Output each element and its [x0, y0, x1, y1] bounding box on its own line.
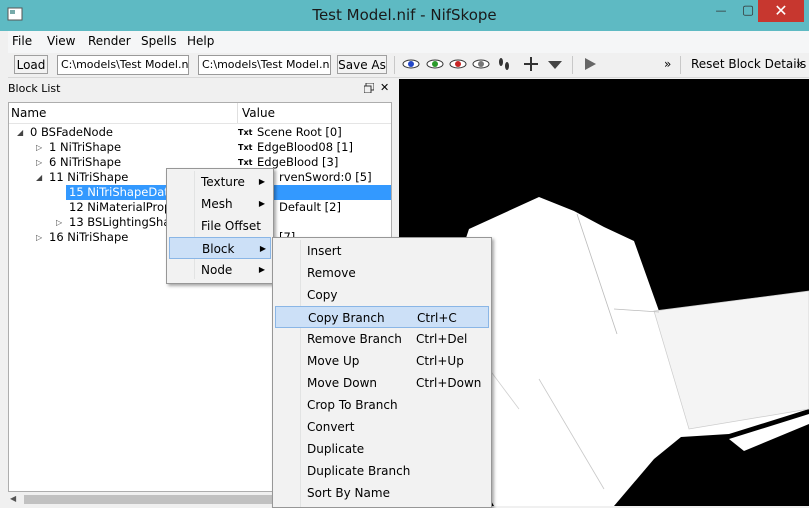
collapse-arrow-icon[interactable]: ◢	[17, 125, 23, 140]
save-as-button[interactable]: Save As	[337, 55, 387, 74]
expand-arrow-icon[interactable]: ▷	[36, 155, 42, 170]
tree-row-value: EdgeBlood08 [1]	[257, 140, 353, 154]
menu-item-node[interactable]: Node ▶	[167, 259, 271, 281]
tree-row-name: 0 BSFadeNode	[30, 125, 113, 139]
txt-icon: Txt	[238, 128, 253, 137]
menu-item-crop-to-branch[interactable]: Crop To Branch	[273, 394, 489, 416]
minimize-button[interactable]: —	[704, 0, 738, 22]
menu-view[interactable]: View	[47, 34, 75, 48]
window-title: Test Model.nif - NifSkope	[312, 6, 497, 24]
save-path-input[interactable]: C:\models\Test Model.nif	[198, 55, 331, 75]
menu-item-file-offset[interactable]: File Offset	[167, 215, 271, 237]
column-header-value[interactable]: Value	[242, 106, 275, 120]
menu-item-insert[interactable]: Insert	[273, 240, 489, 262]
menu-bar: File View Render Spells Help	[8, 31, 809, 53]
view-down-icon[interactable]	[546, 57, 564, 71]
play-icon[interactable]	[583, 57, 597, 71]
submenu-arrow-icon: ▶	[258, 265, 265, 274]
menu-help[interactable]: Help	[187, 34, 214, 48]
menu-item-mesh[interactable]: Mesh ▶	[167, 193, 271, 215]
expand-arrow-icon[interactable]: ▷	[56, 215, 62, 230]
menu-file[interactable]: File	[12, 34, 32, 48]
submenu-arrow-icon: ▶	[259, 244, 266, 253]
menu-item-copy[interactable]: Copy	[273, 284, 489, 306]
menu-item-texture[interactable]: Texture ▶	[167, 171, 271, 193]
close-panel-icon[interactable]: ✕	[380, 81, 389, 94]
menu-item-remove-branch[interactable]: Remove Branch Ctrl+Del	[273, 328, 489, 350]
collapse-arrow-icon[interactable]: ◢	[36, 170, 42, 185]
menu-item-duplicate-branch[interactable]: Duplicate Branch	[273, 460, 489, 482]
column-divider	[237, 103, 238, 123]
menu-item-move-down[interactable]: Move Down Ctrl+Down	[273, 372, 489, 394]
tree-row-name: 13 BSLightingShad	[69, 215, 178, 229]
tree-row[interactable]: ◢ 0 BSFadeNode Txt Scene Root [0]	[9, 125, 391, 140]
reset-block-details-button[interactable]: Reset Block Details	[691, 57, 806, 71]
tree-row-name: 11 NiTriShape	[49, 170, 129, 184]
menu-item-sort-by-name[interactable]: Sort By Name	[273, 482, 489, 504]
menu-item-convert[interactable]: Convert	[273, 416, 489, 438]
tree-row[interactable]: ▷ 1 NiTriShape Txt EdgeBlood08 [1]	[9, 140, 391, 155]
view-eye-red-icon[interactable]	[449, 57, 467, 71]
view-eye-blue-icon[interactable]	[402, 57, 420, 71]
maximize-button[interactable]: ▢	[738, 0, 758, 22]
menu-item-block[interactable]: Block ▶	[169, 237, 271, 259]
scroll-left-icon[interactable]: ◀	[10, 494, 16, 503]
view-eye-green-icon[interactable]	[426, 57, 444, 71]
submenu-arrow-icon: ▶	[258, 177, 265, 186]
tree-row-name: 15 NiTriShapeData	[69, 185, 176, 199]
close-button[interactable]: ✕	[758, 0, 804, 22]
block-list-header: Block List ✕	[8, 79, 392, 98]
float-panel-icon[interactable]	[364, 83, 374, 93]
tree-row-name: 12 NiMaterialProp	[69, 200, 172, 214]
move-axis-icon[interactable]	[522, 56, 540, 72]
toolbar-overflow-button[interactable]: »	[664, 57, 671, 71]
load-path-input[interactable]: C:\models\Test Model.nif	[57, 55, 189, 75]
menu-render[interactable]: Render	[88, 34, 131, 48]
tree-row-name: 6 NiTriShape	[49, 155, 122, 169]
submenu-arrow-icon: ▶	[258, 199, 265, 208]
tree-row-value: rvenSword:0 [5]	[279, 170, 372, 184]
tree-row-value: Scene Root [0]	[257, 125, 342, 139]
walk-footprints-icon[interactable]	[496, 56, 512, 72]
menu-spells[interactable]: Spells	[141, 34, 177, 48]
tree-row-name: 16 NiTriShape	[49, 230, 129, 244]
toolbar-separator	[680, 56, 681, 74]
menu-item-copy-branch[interactable]: Copy Branch Ctrl+C	[275, 306, 489, 328]
expand-arrow-icon[interactable]: ▷	[36, 140, 42, 155]
txt-icon: Txt	[238, 143, 253, 152]
tree-row-name: 1 NiTriShape	[49, 140, 122, 154]
block-list-title: Block List	[8, 82, 61, 95]
menu-item-duplicate[interactable]: Duplicate	[273, 438, 489, 460]
expand-arrow-icon[interactable]: ▷	[36, 230, 42, 245]
tree-header: Name Value	[9, 103, 391, 124]
toolbar-separator	[394, 56, 395, 74]
block-submenu: Insert Remove Copy Copy Branch Ctrl+C Re…	[272, 237, 492, 508]
toolbar-overflow-button-2[interactable]: »	[796, 57, 803, 71]
load-button[interactable]: Load	[14, 55, 48, 74]
context-menu: Texture ▶ Mesh ▶ File Offset Block ▶ Nod…	[166, 168, 274, 284]
menu-item-remove[interactable]: Remove	[273, 262, 489, 284]
view-eye-gray-icon[interactable]	[472, 57, 490, 71]
tree-row-value: Default [2]	[279, 200, 341, 214]
column-header-name[interactable]: Name	[11, 106, 46, 120]
toolbar-separator	[572, 56, 573, 74]
title-bar: Test Model.nif - NifSkope — ▢ ✕	[0, 0, 809, 31]
toolbar: Load C:\models\Test Model.nif C:\models\…	[8, 53, 809, 78]
menu-item-move-up[interactable]: Move Up Ctrl+Up	[273, 350, 489, 372]
